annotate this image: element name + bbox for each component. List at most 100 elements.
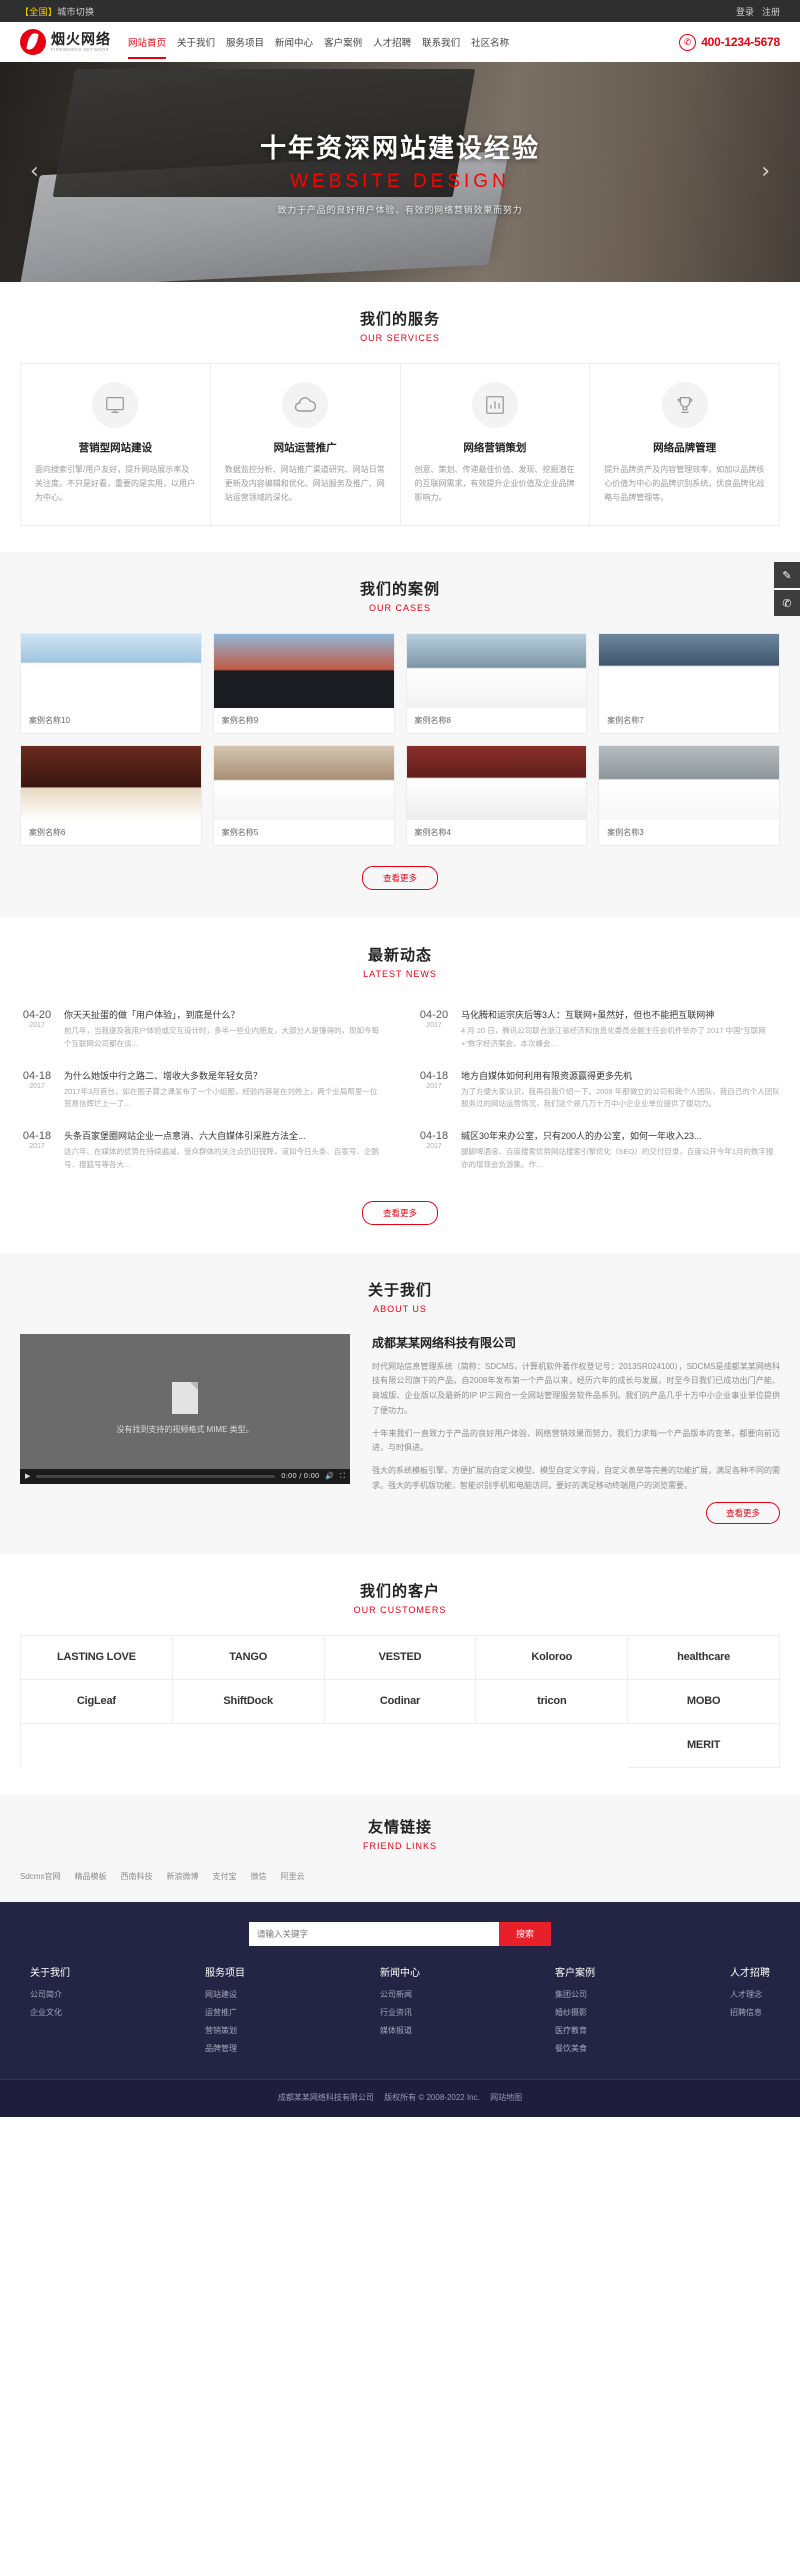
login-link[interactable]: 登录 <box>736 5 754 18</box>
site-logo[interactable]: 烟火网络 FIREWORKS NETWORK <box>20 29 111 55</box>
service-card-1[interactable]: 网站运营推广 数据监控分析、网站推广渠道研究、网站日常更新及内容编辑和优化、网站服… <box>211 364 401 525</box>
footer-company: 成都某某网络科技有限公司 <box>277 2092 374 2102</box>
feedback-icon[interactable]: ✎ <box>774 562 800 588</box>
friendlink-4[interactable]: 支付宝 <box>212 1871 236 1882</box>
news-item-right-0[interactable]: 04-20 2017 马化腾和运宗庆后等3人：互联网+虽然好，但也不能把互联网神 4 … <box>417 999 780 1060</box>
footer-sitemap-link[interactable]: 网站地图 <box>490 2093 522 2102</box>
footer-link-2-0[interactable]: 公司新闻 <box>380 1989 420 2000</box>
footer-link-3-0[interactable]: 集团公司 <box>555 1989 595 2000</box>
news-more-button[interactable]: 查看更多 <box>362 1200 438 1225</box>
customer-logo-1[interactable]: TANGO <box>172 1635 325 1680</box>
customer-logo-0[interactable]: LASTING LOVE <box>21 1635 173 1680</box>
footer-link-1-2[interactable]: 营销策划 <box>205 2025 245 2036</box>
news-day: 04-18 <box>419 1069 449 1082</box>
nav-item-7[interactable]: 社区名称 <box>471 32 509 52</box>
broken-media-icon <box>172 1382 198 1414</box>
hero-prev-arrow[interactable]: ‹ <box>30 161 39 183</box>
nav-item-4[interactable]: 客户案例 <box>324 32 362 52</box>
phone-icon[interactable]: ✆ <box>774 590 800 616</box>
customer-logo-7[interactable]: Codinar <box>324 1679 477 1724</box>
hero-next-arrow[interactable]: › <box>761 161 770 183</box>
friendlink-1[interactable]: 精品模板 <box>74 1871 106 1882</box>
friendlink-5[interactable]: 微信 <box>250 1871 266 1882</box>
customer-logo-2[interactable]: VESTED <box>324 1635 477 1680</box>
news-item-right-2[interactable]: 04-18 2017 缄区30年来办公室，只有200人的办公室，如何一年收入23..… <box>417 1120 780 1181</box>
case-card-7[interactable]: 案例名称3 <box>598 745 780 846</box>
news-heading: 最新动态 LATEST NEWS <box>20 944 780 979</box>
friendlink-3[interactable]: 新浪微博 <box>166 1871 198 1882</box>
footer-link-3-2[interactable]: 医疗教育 <box>555 2025 595 2036</box>
friendlink-0[interactable]: Sdcms官网 <box>20 1871 60 1882</box>
customer-logo-3[interactable]: Koloroo <box>476 1635 629 1680</box>
site-footer: 搜索 关于我们公司简介企业文化 服务项目网站建设运营推广营销策划品牌管理 新闻中心公… <box>0 1901 800 2117</box>
news-headline[interactable]: 缄区30年来办公室，只有200人的办公室，如何一年收入23... <box>461 1129 780 1142</box>
news-headline[interactable]: 你天天扯蛋的做「用户体验」，到底是什么？ <box>64 1008 383 1021</box>
customer-logo-8[interactable]: tricon <box>476 1679 629 1724</box>
footer-link-3-1[interactable]: 婚纱摄影 <box>555 2007 595 2018</box>
footer-link-0-1[interactable]: 企业文化 <box>30 2007 70 2018</box>
customer-logo-4[interactable]: healthcare <box>628 1635 780 1680</box>
news-item-right-1[interactable]: 04-18 2017 地方自媒体如何利用有限资源赢得更多先机 为了方便大家认识，我再自… <box>417 1060 780 1121</box>
video-volume-icon[interactable]: 🔊 <box>325 1472 334 1480</box>
phone-number: 400-1234-5678 <box>701 35 780 49</box>
footer-link-0-0[interactable]: 公司简介 <box>30 1989 70 2000</box>
case-caption: 案例名称8 <box>414 716 451 725</box>
news-date: 04-20 2017 <box>417 1008 451 1051</box>
nav-item-6[interactable]: 联系我们 <box>422 32 460 52</box>
service-card-3[interactable]: 网络品牌管理 提升品牌资产及内容管理效率，如加以品牌核心价值为中心的品牌识别系统，… <box>590 364 779 525</box>
register-link[interactable]: 注册 <box>762 5 780 18</box>
footer-link-1-0[interactable]: 网站建设 <box>205 1989 245 2000</box>
service-card-2[interactable]: 网络营销策划 创意、策划、传递最佳价值、发现、挖掘潜在的互联网需求，有效提升企业价… <box>401 364 591 525</box>
video-play-button[interactable]: ▶ <box>25 1472 30 1480</box>
footer-link-3-3[interactable]: 餐饮美食 <box>555 2043 595 2054</box>
nav-item-5[interactable]: 人才招聘 <box>373 32 411 52</box>
video-progress-bar[interactable] <box>36 1474 276 1478</box>
case-card-4[interactable]: 案例名称6 <box>20 745 202 846</box>
about-video-player[interactable]: 没有找到支持的视频格式 MIME 类型。 ▶ 0:00 / 0:00 🔊 ⛶ <box>20 1333 350 1484</box>
video-fullscreen-icon[interactable]: ⛶ <box>340 1472 345 1481</box>
nav-item-3[interactable]: 新闻中心 <box>275 32 313 52</box>
news-headline[interactable]: 马化腾和运宗庆后等3人：互联网+虽然好，但也不能把互联网神 <box>461 1008 780 1021</box>
case-card-6[interactable]: 案例名称4 <box>405 745 588 846</box>
customer-logo-6[interactable]: ShiftDock <box>172 1679 325 1724</box>
nav-item-1[interactable]: 关于我们 <box>177 32 215 52</box>
footer-link-1-1[interactable]: 运营推广 <box>205 2007 245 2018</box>
friendlink-6[interactable]: 阿里云 <box>280 1871 304 1882</box>
service-card-0[interactable]: 营销型网站建设 面向搜索引擎/用户友好，提升网站展示率及关注度。不只是好看，重要的… <box>21 364 211 525</box>
case-card-2[interactable]: 案例名称8 <box>405 633 588 734</box>
case-card-5[interactable]: 案例名称5 <box>212 745 395 846</box>
friendlink-2[interactable]: 西南科技 <box>120 1871 152 1882</box>
news-headline[interactable]: 地方自媒体如何利用有限资源赢得更多先机 <box>461 1069 780 1082</box>
nav-item-2[interactable]: 服务项目 <box>226 32 264 52</box>
about-more-button[interactable]: 查看更多 <box>706 1501 780 1524</box>
case-caption: 案例名称4 <box>414 828 451 837</box>
case-card-1[interactable]: 案例名称9 <box>212 633 395 734</box>
side-dock: ✎ ✆ <box>774 562 800 618</box>
customers-section: 我们的客户 OUR CUSTOMERS LASTING LOVE TANGO VES… <box>0 1554 800 1794</box>
footer-link-2-1[interactable]: 行业资讯 <box>380 2007 420 2018</box>
footer-link-2-2[interactable]: 媒体报道 <box>380 2025 420 2036</box>
news-item-left-0[interactable]: 04-20 2017 你天天扯蛋的做「用户体验」，到底是什么？ 前几年，当我提及我用户… <box>20 999 383 1060</box>
footer-link-4-1[interactable]: 招聘信息 <box>730 2007 770 2018</box>
news-item-left-1[interactable]: 04-18 2017 为什么她饭中行之路二、增收大多数是年轻女员？ 2017年3月首台… <box>20 1060 383 1121</box>
news-headline[interactable]: 为什么她饭中行之路二、增收大多数是年轻女员？ <box>64 1069 383 1082</box>
footer-search-button[interactable]: 搜索 <box>499 1921 551 1946</box>
city-switch[interactable]: 【全国】城市切换 <box>20 5 94 18</box>
customer-logo-5[interactable]: CigLeaf <box>21 1679 173 1724</box>
case-card-3[interactable]: 案例名称7 <box>598 633 780 734</box>
customer-logo-extra[interactable]: MERIT <box>628 1723 780 1768</box>
footer-link-1-3[interactable]: 品牌管理 <box>205 2043 245 2054</box>
news-item-left-2[interactable]: 04-18 2017 头条百家堡圈网站企业一点意消、六大自媒体引采胜方法全... 这六… <box>20 1120 383 1181</box>
footer-search-input[interactable] <box>249 1921 499 1946</box>
footer-rights: 版权所有 © 2008-2022 Inc. <box>384 2092 480 2102</box>
case-card-0[interactable]: 案例名称10 <box>20 633 202 734</box>
hero-description: 致力于产品的良好用户体验、有效的网络营销效果而努力 <box>277 205 523 215</box>
about-paragraph-0: 时代网站信息管理系统（简称：SDCMS，计算机软件著作权登记号：2013SR02… <box>372 1361 780 1415</box>
news-headline[interactable]: 头条百家堡圈网站企业一点意消、六大自媒体引采胜方法全... <box>64 1129 383 1142</box>
nav-item-0[interactable]: 网站首页 <box>128 32 167 59</box>
cases-more-button[interactable]: 查看更多 <box>362 866 438 890</box>
news-summary: 前几年，当我提及我用户体验或交互设计时，多半一些业内朋友，大部分人是懂得的，现如… <box>64 1026 379 1048</box>
friendlinks-subtitle: FRIEND LINKS <box>362 1840 437 1851</box>
customer-logo-9[interactable]: MOBO <box>628 1679 780 1724</box>
footer-link-4-0[interactable]: 人才理念 <box>730 1989 770 2000</box>
